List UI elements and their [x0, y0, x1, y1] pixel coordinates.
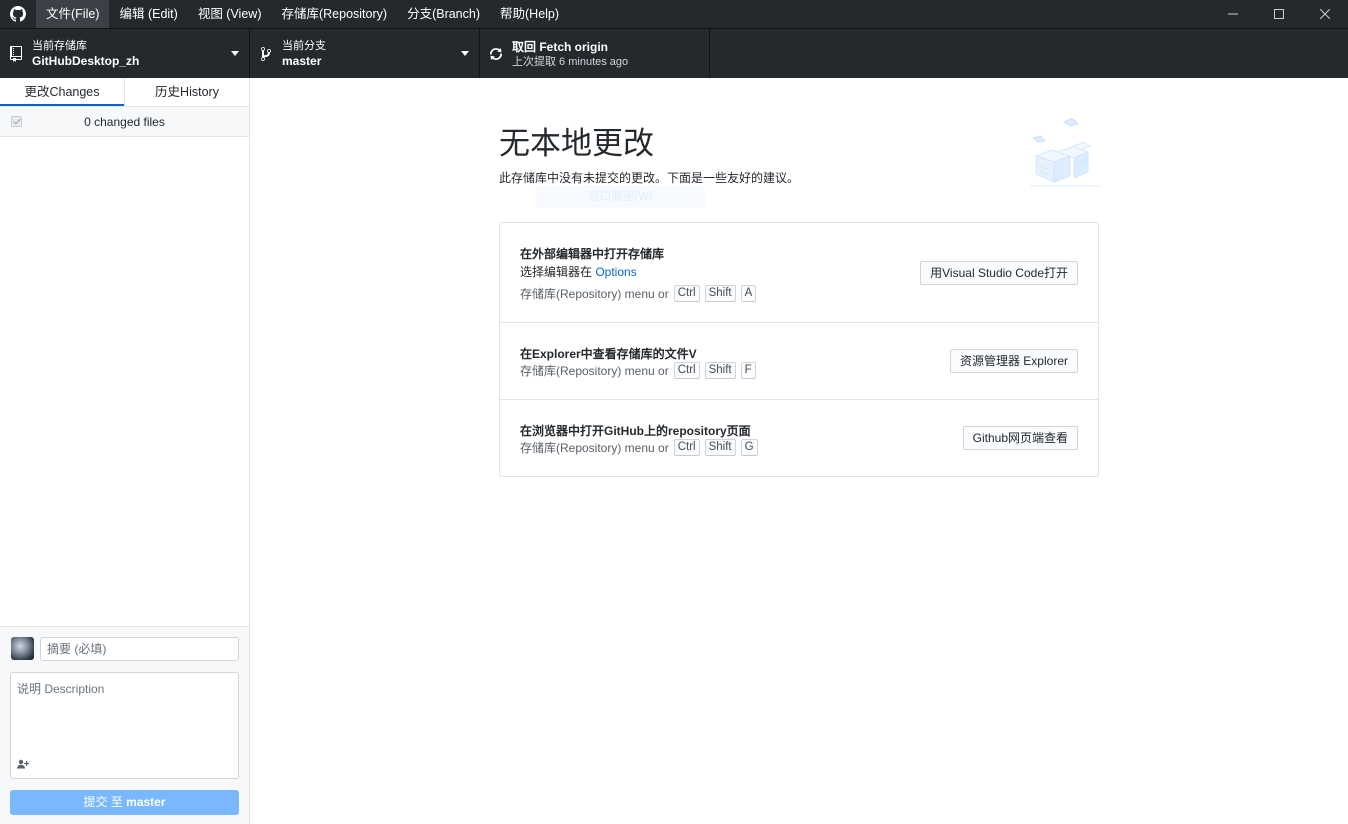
- suggestion-open-editor: 在外部编辑器中打开存储库 选择编辑器在 Options 存储库(Reposito…: [500, 223, 1098, 323]
- kbd-key: G: [740, 439, 758, 456]
- suggestions-panel: 在外部编辑器中打开存储库 选择编辑器在 Options 存储库(Reposito…: [499, 222, 1099, 477]
- shortcut-hint-text: 存储库(Repository) menu or: [520, 364, 669, 378]
- repo-icon: [0, 45, 32, 62]
- menu-help[interactable]: 帮助(Help): [490, 0, 569, 28]
- minimize-icon: [1228, 13, 1238, 15]
- sync-icon: [480, 46, 512, 62]
- maximize-icon: [1274, 9, 1284, 19]
- commit-button[interactable]: 提交 至 master: [10, 790, 239, 815]
- suggestion-title: 在浏览器中打开GitHub上的repository页面: [520, 424, 751, 438]
- suggestion-shortcut-hint: 存储库(Repository) menu or Ctrl Shift G: [520, 439, 758, 456]
- menu-view[interactable]: 视图 (View): [188, 0, 272, 28]
- current-repository-button[interactable]: 当前存储库 GitHubDesktop_zh: [0, 29, 250, 78]
- avatar: [11, 637, 34, 660]
- page-subtitle: 此存储库中没有未提交的更改。下面是一些友好的建议。: [499, 171, 800, 185]
- page-title: 无本地更改: [499, 126, 654, 161]
- sidebar-tabs: 更改Changes 历史History: [0, 78, 249, 107]
- fetch-origin-label: 取回 Fetch origin: [512, 39, 609, 54]
- suggestion-title: 在外部编辑器中打开存储库: [520, 247, 665, 261]
- kbd-ctrl: Ctrl: [673, 285, 700, 302]
- minimize-button[interactable]: [1210, 0, 1256, 28]
- suggestion-shortcut-hint: 存储库(Repository) menu or Ctrl Shift A: [520, 285, 757, 302]
- window-controls: [1210, 0, 1348, 28]
- commit-description-input[interactable]: [11, 673, 238, 758]
- title-bar: 文件(File) 编辑 (Edit) 视图 (View) 存储库(Reposit…: [0, 0, 1348, 28]
- commit-button-prefix: 提交 至: [83, 795, 127, 809]
- kbd-key: F: [740, 362, 756, 379]
- menu-file[interactable]: 文件(File): [36, 0, 110, 28]
- maximize-button[interactable]: [1256, 0, 1302, 28]
- chevron-down-icon: [231, 51, 239, 56]
- tab-history[interactable]: 历史History: [124, 78, 249, 106]
- commit-description-box: [10, 672, 239, 779]
- show-in-explorer-button[interactable]: 资源管理器 Explorer: [949, 349, 1078, 373]
- close-icon: [1320, 9, 1330, 19]
- menu-branch[interactable]: 分支(Branch): [397, 0, 490, 28]
- ghost-tooltip: 窗口截图(W): [536, 186, 705, 208]
- current-branch-button[interactable]: 当前分支 master: [250, 29, 480, 78]
- suggestion-view-on-github: 在浏览器中打开GitHub上的repository页面 存储库(Reposito…: [500, 400, 1098, 476]
- github-icon[interactable]: [0, 0, 36, 28]
- commit-summary-input[interactable]: [40, 637, 239, 661]
- kbd-shift: Shift: [704, 439, 736, 456]
- suggestion-show-in-explorer: 在Explorer中查看存储库的文件V 存储库(Repository) menu…: [500, 323, 1098, 400]
- commit-message-area: 提交 至 master: [0, 626, 249, 824]
- menu-bar: 文件(File) 编辑 (Edit) 视图 (View) 存储库(Reposit…: [36, 0, 569, 28]
- last-fetched-text: 上次提取 6 minutes ago: [512, 55, 629, 68]
- shortcut-hint-text: 存储库(Repository) menu or: [520, 287, 669, 301]
- fetch-origin-button[interactable]: 取回 Fetch origin 上次提取 6 minutes ago: [480, 29, 710, 78]
- chevron-down-icon: [461, 51, 469, 56]
- kbd-ctrl: Ctrl: [673, 362, 700, 379]
- current-repository-label: 当前存储库: [32, 39, 87, 52]
- tab-changes[interactable]: 更改Changes: [0, 78, 124, 106]
- suggestion-description: 选择编辑器在 Options: [520, 263, 637, 280]
- options-link[interactable]: Options: [595, 265, 636, 279]
- kbd-shift: Shift: [704, 362, 736, 379]
- commit-button-branch: master: [126, 795, 166, 809]
- empty-state-illustration: [1030, 117, 1100, 187]
- branch-icon: [250, 46, 282, 62]
- suggestion-description-text: 选择编辑器在: [520, 265, 596, 279]
- current-branch-label: 当前分支: [282, 39, 326, 52]
- current-repository-name: GitHubDesktop_zh: [32, 53, 140, 68]
- toolbar: 当前存储库 GitHubDesktop_zh 当前分支 master 取回 Fe…: [0, 28, 1348, 78]
- kbd-shift: Shift: [704, 285, 736, 302]
- shortcut-hint-text: 存储库(Repository) menu or: [520, 441, 669, 455]
- suggestion-shortcut-hint: 存储库(Repository) menu or Ctrl Shift F: [520, 362, 756, 379]
- current-branch-name: master: [282, 53, 322, 68]
- sidebar: 更改Changes 历史History 0 changed files 提交 至…: [0, 78, 250, 824]
- view-on-github-button[interactable]: Github网页端查看: [962, 426, 1078, 450]
- menu-edit[interactable]: 编辑 (Edit): [109, 0, 187, 28]
- select-all-checkbox[interactable]: [11, 116, 22, 127]
- changed-files-count: 0 changed files: [84, 114, 165, 129]
- kbd-ctrl: Ctrl: [673, 439, 700, 456]
- suggestion-title: 在Explorer中查看存储库的文件V: [520, 347, 697, 361]
- changes-list-header: 0 changed files: [0, 107, 249, 137]
- close-button[interactable]: [1302, 0, 1348, 28]
- add-coauthor-icon[interactable]: [17, 759, 30, 772]
- menu-repository[interactable]: 存储库(Repository): [271, 0, 397, 28]
- open-in-vscode-button[interactable]: 用Visual Studio Code打开: [920, 261, 1078, 285]
- kbd-key: A: [740, 285, 757, 302]
- main-content: 无本地更改 此存储库中没有未提交的更改。下面是一些友好的建议。 窗口截图(W) …: [250, 78, 1348, 824]
